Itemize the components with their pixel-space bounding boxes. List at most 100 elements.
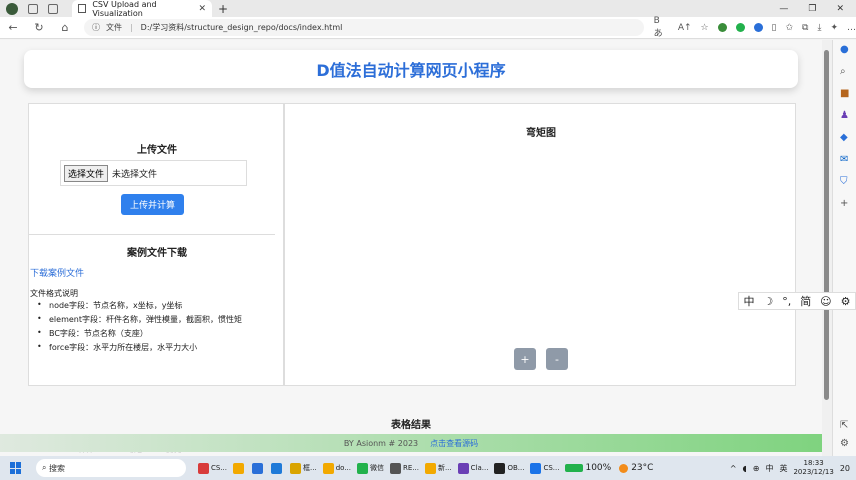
page-footer: BY Asionm # 2023 点击查看源码 xyxy=(0,434,822,452)
search-icon[interactable]: ⌕ xyxy=(840,66,846,77)
taskbar-app[interactable]: do... xyxy=(322,462,351,474)
language-indicator[interactable]: 英 xyxy=(779,463,787,474)
extension-icon[interactable] xyxy=(753,23,763,32)
minimize-icon[interactable]: — xyxy=(779,4,788,14)
chevron-up-icon[interactable]: ^ xyxy=(730,464,737,473)
taskbar-app[interactable] xyxy=(252,462,265,474)
window-controls: — ❐ ✕ xyxy=(779,4,844,14)
collections-icon[interactable]: ⧉ xyxy=(802,23,808,33)
settings-icon[interactable]: ⚙ xyxy=(840,438,849,449)
taskbar-app[interactable]: CS... xyxy=(198,462,227,474)
profile-avatar[interactable] xyxy=(6,2,18,15)
clock[interactable]: 18:33 2023/12/13 xyxy=(793,459,833,477)
downloads-icon[interactable]: ⤓ xyxy=(817,23,821,33)
moment-diagram-title: 弯矩图 xyxy=(526,128,556,139)
ime-mode-icon[interactable]: 中 xyxy=(765,463,773,474)
split-screen-icon[interactable]: ▯ xyxy=(772,23,777,33)
zoom-out-button[interactable]: - xyxy=(546,348,568,370)
page-scrollbar[interactable] xyxy=(822,40,832,456)
page-icon xyxy=(78,4,87,13)
menu-icon[interactable]: … xyxy=(847,23,856,33)
add-icon[interactable]: + xyxy=(840,198,848,209)
taskbar-app[interactable]: 框... xyxy=(290,462,317,474)
page-header: D值法自动计算网页小程序 xyxy=(24,50,798,88)
gear-icon[interactable]: ⚙ xyxy=(841,295,851,308)
extension-icon[interactable] xyxy=(735,23,745,32)
volume-icon[interactable]: ◖ xyxy=(743,464,747,473)
windows-start-icon[interactable] xyxy=(10,462,22,474)
temperature: 23°C xyxy=(631,463,654,473)
taskbar-app[interactable]: CS... xyxy=(530,462,560,474)
taskbar-app[interactable]: RE... xyxy=(389,462,419,474)
close-tab-icon[interactable]: ✕ xyxy=(198,4,206,14)
moon-icon[interactable]: ☽ xyxy=(763,295,773,308)
no-file-label: 未选择文件 xyxy=(112,169,158,180)
list-item: force字段：水平力所在楼层，水平力大小 xyxy=(37,342,242,353)
search-placeholder: 搜索 xyxy=(49,463,66,473)
close-window-icon[interactable]: ✕ xyxy=(836,4,844,14)
upload-panel: 上传文件 选择文件 未选择文件 上传并计算 案例文件下载 下载案例文件 文件格式… xyxy=(28,103,284,386)
simplified-toggle[interactable]: 简 xyxy=(800,293,811,309)
app-icon xyxy=(233,462,245,474)
app-icon xyxy=(424,462,436,474)
reader-mode-icon[interactable]: Bあ xyxy=(654,16,669,39)
file-label: 文件 xyxy=(105,23,122,32)
zoom-in-button[interactable]: + xyxy=(514,348,536,370)
tab-actions-icon[interactable] xyxy=(48,3,58,14)
workspaces-icon[interactable] xyxy=(28,3,38,14)
back-icon[interactable]: ← xyxy=(0,21,26,34)
bell-icon[interactable]: ● xyxy=(840,44,849,55)
choose-file-button[interactable]: 选择文件 xyxy=(64,164,109,182)
favorite-star-icon[interactable]: ☆ xyxy=(701,23,709,33)
app-label: do... xyxy=(335,464,351,472)
weather-widget[interactable]: 23°C xyxy=(619,463,653,473)
chinese-mode-toggle[interactable]: 中 xyxy=(743,293,754,309)
new-tab-icon[interactable]: + xyxy=(218,2,228,16)
taskbar-app[interactable] xyxy=(271,462,284,474)
games-icon[interactable]: ♟ xyxy=(840,110,849,121)
emoji-icon[interactable]: ☺ xyxy=(820,295,831,308)
scrollbar-thumb[interactable] xyxy=(824,50,829,400)
extension-icon[interactable] xyxy=(717,23,727,32)
punctuation-toggle[interactable]: °, xyxy=(782,295,791,308)
page-title: D值法自动计算网页小程序 xyxy=(316,61,506,80)
taskbar-app[interactable]: 新... xyxy=(424,462,452,474)
home-icon[interactable]: ⌂ xyxy=(52,21,78,34)
copilot-icon[interactable]: ✦ xyxy=(830,23,838,33)
taskbar-app[interactable]: 微信 xyxy=(356,462,384,474)
download-example-link[interactable]: 下载案例文件 xyxy=(30,266,84,279)
toolbar-icons: Bあ A↑ ☆ ▯ ✩ ⧉ ⤓ ✦ … xyxy=(654,16,856,39)
outlook-icon[interactable]: ✉ xyxy=(840,154,848,165)
app-icon xyxy=(356,462,368,474)
battery-indicator[interactable]: 100% xyxy=(565,463,611,473)
refresh-icon[interactable]: ↻ xyxy=(26,21,52,34)
search-icon: ⌕ xyxy=(42,463,50,472)
favorites-icon[interactable]: ✩ xyxy=(786,23,794,33)
info-icon[interactable]: ⓘ xyxy=(92,22,100,33)
shopping-icon[interactable]: ⛉ xyxy=(840,176,848,187)
browser-tab[interactable]: CSV Upload and Visualization ✕ xyxy=(72,0,212,18)
url-text[interactable]: D:/学习资料/structure_design_repo/docs/index… xyxy=(141,22,343,33)
file-input[interactable]: 选择文件 未选择文件 xyxy=(60,160,247,186)
taskbar-app[interactable]: OB... xyxy=(494,462,524,474)
text-size-icon[interactable]: A↑ xyxy=(678,23,692,33)
notification-badge[interactable]: 20 xyxy=(840,464,850,473)
view-source-link[interactable]: 点击查看源码 xyxy=(430,438,478,449)
address-bar[interactable]: ⓘ 文件 | D:/学习资料/structure_design_repo/doc… xyxy=(83,19,644,36)
external-link-icon[interactable]: ⇱ xyxy=(840,420,848,431)
battery-icon xyxy=(565,464,584,472)
list-item: element字段：杆件名称，弹性模量，截面积，惯性矩 xyxy=(37,314,242,325)
app-icon xyxy=(322,462,334,474)
maximize-icon[interactable]: ❐ xyxy=(808,4,816,14)
taskbar-search[interactable]: ⌕ 搜索 xyxy=(36,459,186,477)
battery-label: 100% xyxy=(585,463,612,473)
moment-diagram-panel: 弯矩图 + - xyxy=(284,103,796,386)
app-label: CS... xyxy=(543,464,560,472)
taskbar-app[interactable] xyxy=(233,462,246,474)
network-icon[interactable]: ⊕ xyxy=(753,464,760,473)
tools-icon[interactable]: ■ xyxy=(840,88,849,99)
office-icon[interactable]: ◆ xyxy=(840,132,848,143)
upload-title: 上传文件 xyxy=(137,145,177,156)
upload-calculate-button[interactable]: 上传并计算 xyxy=(121,194,184,215)
taskbar-app[interactable]: Cla... xyxy=(457,462,488,474)
